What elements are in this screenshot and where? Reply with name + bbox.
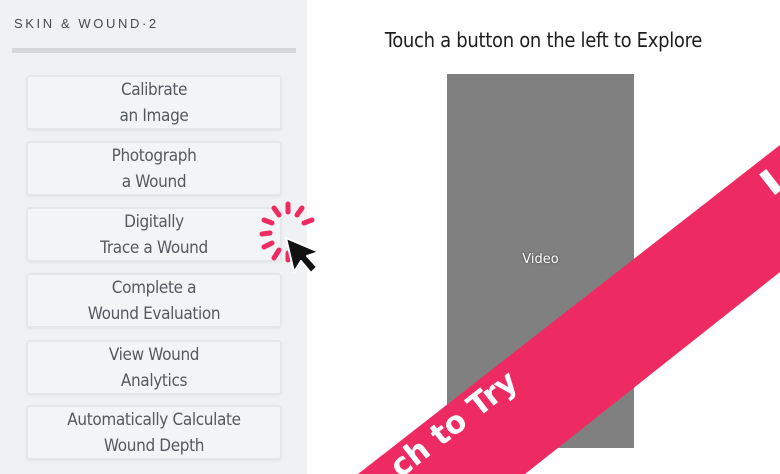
button-label-line2: Wound Evaluation [87, 303, 221, 324]
trace-wound-button[interactable]: Digitally Trace a Wound [26, 207, 282, 262]
button-label-line1: Calibrate [120, 79, 188, 100]
button-label-line1: Complete a [111, 277, 197, 298]
button-label-line1: View Wound [108, 344, 200, 365]
button-label-line2: Analytics [120, 370, 188, 391]
button-label-line1: Automatically Calculate [67, 409, 241, 430]
video-label: Video [522, 252, 559, 267]
page-title: Touch a button on the left to Explore [384, 28, 703, 52]
button-label-line2: Wound Depth [103, 435, 205, 456]
wound-evaluation-button[interactable]: Complete a Wound Evaluation [26, 273, 282, 328]
button-label-line1: Photograph [111, 145, 197, 166]
button-label-line2: a Wound [121, 171, 187, 192]
calibrate-image-button[interactable]: Calibrate an Image [26, 75, 282, 130]
wound-analytics-button[interactable]: View Wound Analytics [26, 340, 282, 395]
wound-depth-button[interactable]: Automatically Calculate Wound Depth [26, 405, 282, 460]
photograph-wound-button[interactable]: Photograph a Wound [26, 141, 282, 196]
button-label-line2: an Image [119, 105, 189, 126]
button-label-line2: Trace a Wound [100, 237, 208, 258]
ribbon-text-fragment [759, 168, 780, 195]
arrow-pointer-icon [285, 237, 320, 274]
cursor-click-icon [250, 200, 330, 280]
brand-divider [12, 48, 296, 53]
button-label-line1: Digitally [124, 211, 184, 232]
brand-logo: SKIN & WOUND·2 [14, 16, 159, 31]
